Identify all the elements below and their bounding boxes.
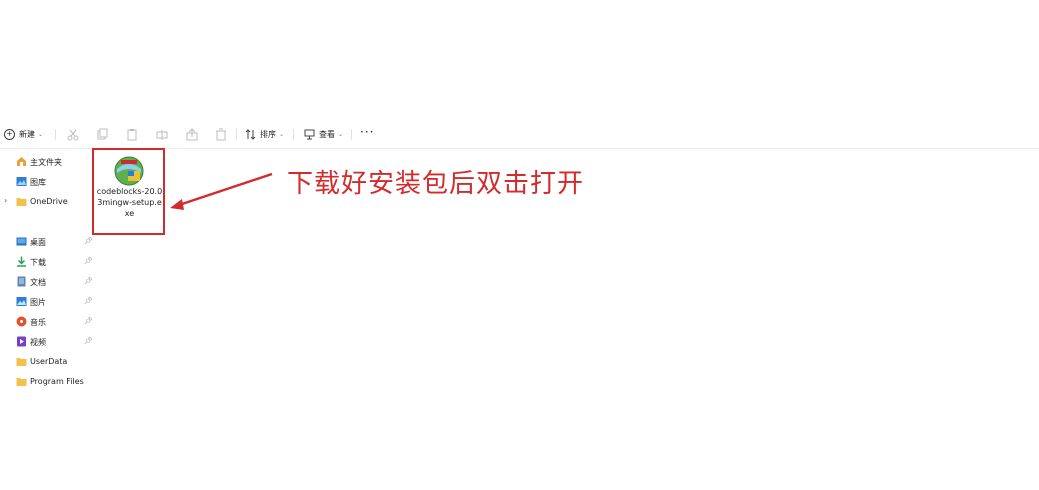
sidebar-item-documents[interactable]: 文档 📌︎ bbox=[0, 273, 95, 291]
pin-icon[interactable]: 📌︎ bbox=[84, 277, 93, 285]
sidebar-item-home[interactable]: 主文件夹 bbox=[0, 153, 95, 171]
folder-icon bbox=[16, 378, 27, 386]
music-icon bbox=[16, 316, 27, 327]
sidebar-item-userdata[interactable]: UserData bbox=[0, 353, 95, 371]
sidebar-item-label: OneDrive bbox=[30, 197, 68, 206]
file-name: codeblocks-20.03mingw-setup.exe bbox=[96, 187, 163, 218]
sidebar-item-label: 文档 bbox=[30, 278, 46, 287]
folder-icon bbox=[16, 198, 27, 206]
share-icon[interactable] bbox=[185, 128, 199, 142]
pin-icon[interactable]: 📌︎ bbox=[84, 317, 93, 325]
home-icon bbox=[17, 157, 26, 166]
paste-icon[interactable] bbox=[125, 128, 139, 142]
rename-icon[interactable] bbox=[155, 128, 169, 142]
new-label: 新建 bbox=[19, 129, 35, 139]
gallery-icon bbox=[16, 177, 27, 186]
toolbar-divider bbox=[293, 129, 294, 140]
view-label: 查看 bbox=[319, 129, 335, 139]
annotation-text: 下载好安装包后双击打开 bbox=[287, 169, 585, 199]
chevron-down-icon: ⌄ bbox=[279, 130, 285, 138]
sidebar-item-onedrive[interactable]: › OneDrive bbox=[0, 193, 95, 211]
file-item-installer[interactable]: codeblocks-20.03mingw-setup.exe bbox=[92, 148, 165, 235]
sidebar-item-label: 下载 bbox=[30, 258, 46, 267]
download-icon bbox=[17, 256, 26, 267]
view-button[interactable]: 查看 ⌄ bbox=[304, 126, 343, 142]
navigation-pane: 主文件夹 图库 › OneDrive 桌面 📌︎ 下载 📌︎ 文档 📌︎ 图片 … bbox=[0, 150, 95, 400]
sidebar-item-pictures[interactable]: 图片 📌︎ bbox=[0, 293, 95, 311]
sidebar-item-downloads[interactable]: 下载 📌︎ bbox=[0, 253, 95, 271]
chevron-down-icon: ⌄ bbox=[38, 130, 44, 138]
toolbar-divider bbox=[55, 129, 56, 140]
copy-icon[interactable] bbox=[95, 128, 109, 142]
annotation-arrow bbox=[170, 172, 273, 210]
chevron-down-icon: ⌄ bbox=[338, 130, 344, 138]
sidebar-item-label: 图库 bbox=[30, 178, 46, 187]
folder-icon bbox=[16, 358, 27, 366]
sidebar-item-label: 桌面 bbox=[30, 238, 46, 247]
pictures-icon bbox=[16, 297, 27, 306]
sidebar-item-music[interactable]: 音乐 📌︎ bbox=[0, 313, 95, 331]
sort-label: 排序 bbox=[260, 129, 276, 139]
plus-icon: + bbox=[4, 128, 15, 140]
sort-icon bbox=[245, 128, 256, 140]
toolbar-divider bbox=[351, 129, 352, 140]
cut-icon[interactable] bbox=[66, 128, 80, 142]
pin-icon[interactable]: 📌︎ bbox=[84, 297, 93, 305]
command-bar: + 新建 ⌄ 排序 ⌄ 查看 ⌄ ··· bbox=[0, 122, 1039, 149]
sidebar-item-label: 图片 bbox=[30, 298, 46, 307]
sidebar-item-program-files[interactable]: Program Files bbox=[0, 373, 95, 391]
document-icon bbox=[17, 276, 26, 287]
desktop-icon bbox=[16, 237, 27, 246]
new-button[interactable]: + 新建 ⌄ bbox=[4, 126, 43, 142]
sidebar-item-label: UserData bbox=[30, 357, 68, 366]
sidebar-item-label: 主文件夹 bbox=[30, 158, 62, 167]
pin-icon[interactable]: 📌︎ bbox=[84, 237, 93, 245]
sidebar-item-videos[interactable]: 视频 📌︎ bbox=[0, 333, 95, 351]
pin-icon[interactable]: 📌︎ bbox=[84, 257, 93, 265]
sidebar-item-label: 音乐 bbox=[30, 318, 46, 327]
more-options-button[interactable]: ··· bbox=[360, 124, 374, 140]
toolbar-divider bbox=[236, 129, 237, 140]
sidebar-item-gallery[interactable]: 图库 bbox=[0, 173, 95, 191]
view-icon bbox=[304, 129, 315, 139]
installer-icon bbox=[114, 156, 144, 186]
sidebar-item-label: 视频 bbox=[30, 338, 46, 347]
video-icon bbox=[17, 336, 26, 347]
delete-icon[interactable] bbox=[214, 128, 228, 142]
chevron-right-icon: › bbox=[4, 196, 8, 205]
sort-button[interactable]: 排序 ⌄ bbox=[245, 126, 284, 142]
pin-icon[interactable]: 📌︎ bbox=[84, 337, 93, 345]
sidebar-item-desktop[interactable]: 桌面 📌︎ bbox=[0, 233, 95, 251]
sidebar-item-label: Program Files bbox=[30, 377, 84, 386]
